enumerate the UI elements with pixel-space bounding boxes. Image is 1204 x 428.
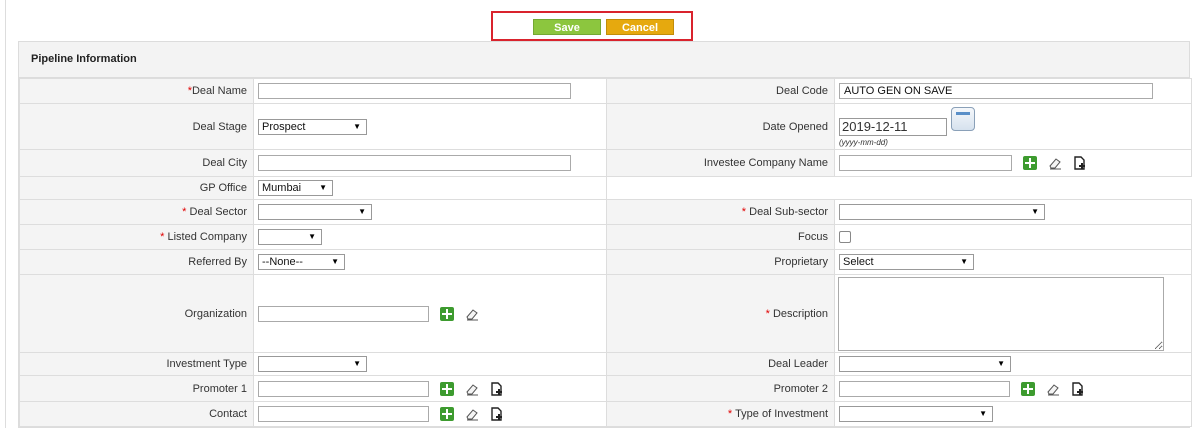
focus-checkbox[interactable]	[839, 231, 851, 244]
deal-sector-label: * Deal Sector	[19, 199, 254, 225]
cancel-button[interactable]: Cancel	[606, 19, 674, 35]
form-row: Investment Type ▼ Deal Leader ▼	[19, 352, 1192, 376]
form-row: Contact * Type of Investment ▼	[19, 401, 1192, 427]
investment-type-select[interactable]: ▼	[258, 356, 367, 372]
page-left-rule	[5, 0, 6, 428]
deal-name-label: *Deal Name	[19, 78, 254, 104]
deal-stage-label: Deal Stage	[19, 103, 254, 150]
dropdown-arrow-icon: ▼	[353, 359, 361, 368]
deal-leader-select[interactable]: ▼	[839, 356, 1011, 372]
organization-label: Organization	[19, 274, 254, 353]
save-button[interactable]: Save	[533, 19, 601, 35]
eraser-icon[interactable]	[465, 307, 479, 321]
calendar-icon[interactable]	[951, 107, 975, 131]
dropdown-arrow-icon: ▼	[1031, 207, 1039, 216]
deal-city-label: Deal City	[19, 149, 254, 177]
new-document-icon[interactable]	[490, 381, 504, 396]
listed-company-label: * Listed Company	[19, 224, 254, 250]
form-row: Organization * Description	[19, 274, 1192, 353]
add-plus-icon[interactable]	[440, 306, 455, 321]
gp-office-label: GP Office	[19, 176, 254, 200]
gp-office-select[interactable]: Mumbai ▼	[258, 180, 333, 196]
new-document-icon[interactable]	[1073, 156, 1087, 170]
date-format-hint: (yyyy-mm-dd)	[839, 138, 888, 147]
description-label: * Description	[606, 274, 835, 353]
form-row: Promoter 1 Promoter 2	[19, 375, 1192, 402]
listed-company-select[interactable]: ▼	[258, 229, 322, 245]
form-row: * Listed Company ▼ Focus	[19, 224, 1192, 250]
organization-input[interactable]	[258, 305, 429, 322]
form-row: Referred By --None-- ▼ Proprietary Select…	[19, 249, 1192, 275]
focus-label: Focus	[606, 224, 835, 250]
deal-code-input[interactable]: AUTO GEN ON SAVE	[839, 83, 1153, 99]
action-button-bar: Save Cancel	[491, 11, 693, 41]
form-row: *Deal Name Deal Code AUTO GEN ON SAVE	[19, 78, 1192, 104]
deal-leader-label: Deal Leader	[606, 352, 835, 376]
promoter2-label: Promoter 2	[606, 375, 835, 402]
add-plus-icon[interactable]	[440, 407, 455, 421]
promoter2-input[interactable]	[839, 380, 1010, 397]
form-row: Deal Stage Prospect ▼ Date Opened 2019-12…	[19, 103, 1192, 150]
section-title: Pipeline Information	[19, 42, 1189, 78]
eraser-icon[interactable]	[1048, 156, 1062, 170]
pipeline-information-panel: Pipeline Information *Deal Name Deal Cod…	[18, 41, 1192, 428]
referred-by-select[interactable]: --None-- ▼	[258, 254, 345, 270]
dropdown-arrow-icon: ▼	[319, 183, 327, 192]
deal-stage-select[interactable]: Prospect ▼	[258, 118, 367, 135]
dropdown-arrow-icon: ▼	[979, 409, 987, 418]
new-document-icon[interactable]	[490, 407, 504, 421]
investee-company-input[interactable]	[839, 155, 1012, 171]
deal-sector-select[interactable]: ▼	[258, 204, 372, 220]
eraser-icon[interactable]	[1046, 382, 1060, 396]
dropdown-arrow-icon: ▼	[353, 121, 361, 131]
deal-subsector-select[interactable]: ▼	[839, 204, 1045, 220]
dropdown-arrow-icon: ▼	[960, 257, 968, 266]
deal-name-input[interactable]	[258, 83, 571, 99]
investee-company-label: Investee Company Name	[606, 149, 835, 177]
deal-subsector-label: * Deal Sub-sector	[606, 199, 835, 225]
contact-label: Contact	[19, 401, 254, 427]
pipeline-form-table: *Deal Name Deal Code AUTO GEN ON SAVE De…	[19, 78, 1192, 427]
dropdown-arrow-icon: ▼	[308, 232, 316, 241]
dropdown-arrow-icon: ▼	[331, 257, 339, 266]
referred-by-label: Referred By	[19, 249, 254, 275]
type-of-investment-label: * Type of Investment	[606, 401, 835, 427]
form-row: GP Office Mumbai ▼	[19, 176, 1192, 200]
eraser-icon[interactable]	[465, 407, 479, 421]
investment-type-label: Investment Type	[19, 352, 254, 376]
promoter1-label: Promoter 1	[19, 375, 254, 402]
dropdown-arrow-icon: ▼	[997, 359, 1005, 368]
deal-city-input[interactable]	[258, 155, 571, 171]
add-plus-icon[interactable]	[440, 381, 455, 396]
type-of-investment-select[interactable]: ▼	[839, 406, 993, 422]
proprietary-label: Proprietary	[606, 249, 835, 275]
add-plus-icon[interactable]	[1021, 381, 1036, 396]
deal-code-label: Deal Code	[606, 78, 835, 104]
proprietary-select[interactable]: Select ▼	[839, 254, 974, 270]
dropdown-arrow-icon: ▼	[358, 207, 366, 216]
description-textarea[interactable]	[838, 277, 1164, 351]
date-opened-input[interactable]: 2019-12-11	[839, 118, 947, 136]
form-row: Deal City Investee Company Name	[19, 149, 1192, 177]
new-document-icon[interactable]	[1071, 381, 1085, 396]
eraser-icon[interactable]	[465, 382, 479, 396]
form-row: * Deal Sector ▼ * Deal Sub-sector ▼	[19, 199, 1192, 225]
add-plus-icon[interactable]	[1023, 156, 1038, 170]
date-opened-label: Date Opened	[606, 103, 835, 150]
promoter1-input[interactable]	[258, 380, 429, 397]
contact-input[interactable]	[258, 406, 429, 422]
